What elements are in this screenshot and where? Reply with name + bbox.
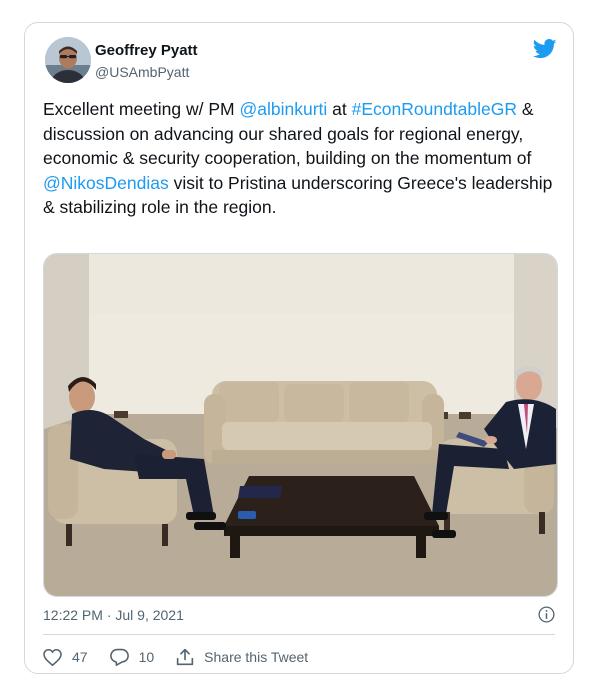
avatar[interactable] <box>45 37 91 83</box>
tweet-actions: 47 10 Share this Tweet <box>43 646 330 668</box>
like-button[interactable]: 47 <box>43 648 88 666</box>
tweet-photo[interactable] <box>43 253 558 597</box>
share-icon <box>176 648 194 666</box>
tweet-timestamp[interactable]: 12:22 PM · Jul 9, 2021 <box>43 607 184 623</box>
share-label: Share this Tweet <box>204 649 309 665</box>
divider <box>43 634 555 635</box>
tweet-card[interactable]: Geoffrey Pyatt @USAmbPyatt Excellent mee… <box>24 22 574 674</box>
tweet-text-part: at <box>327 99 352 119</box>
like-count: 47 <box>72 649 88 665</box>
reply-count: 10 <box>138 649 155 665</box>
mention-nikosdendias-link[interactable]: @NikosDendias <box>43 173 169 193</box>
tweet-text: Excellent meeting w/ PM @albinkurti at #… <box>43 97 558 220</box>
info-icon[interactable] <box>538 606 555 623</box>
author-handle[interactable]: @USAmbPyatt <box>95 64 189 80</box>
twitter-bird-icon[interactable] <box>533 39 557 59</box>
author-name[interactable]: Geoffrey Pyatt <box>95 42 198 59</box>
hashtag-link[interactable]: #EconRoundtableGR <box>352 99 517 119</box>
reply-button[interactable]: 10 <box>109 648 155 666</box>
share-button[interactable]: Share this Tweet <box>176 648 308 666</box>
heart-icon <box>43 648 62 666</box>
tweet-text-part: Excellent meeting w/ PM <box>43 99 240 119</box>
mention-albinkurti-link[interactable]: @albinkurti <box>239 99 327 119</box>
reply-icon <box>109 648 129 666</box>
